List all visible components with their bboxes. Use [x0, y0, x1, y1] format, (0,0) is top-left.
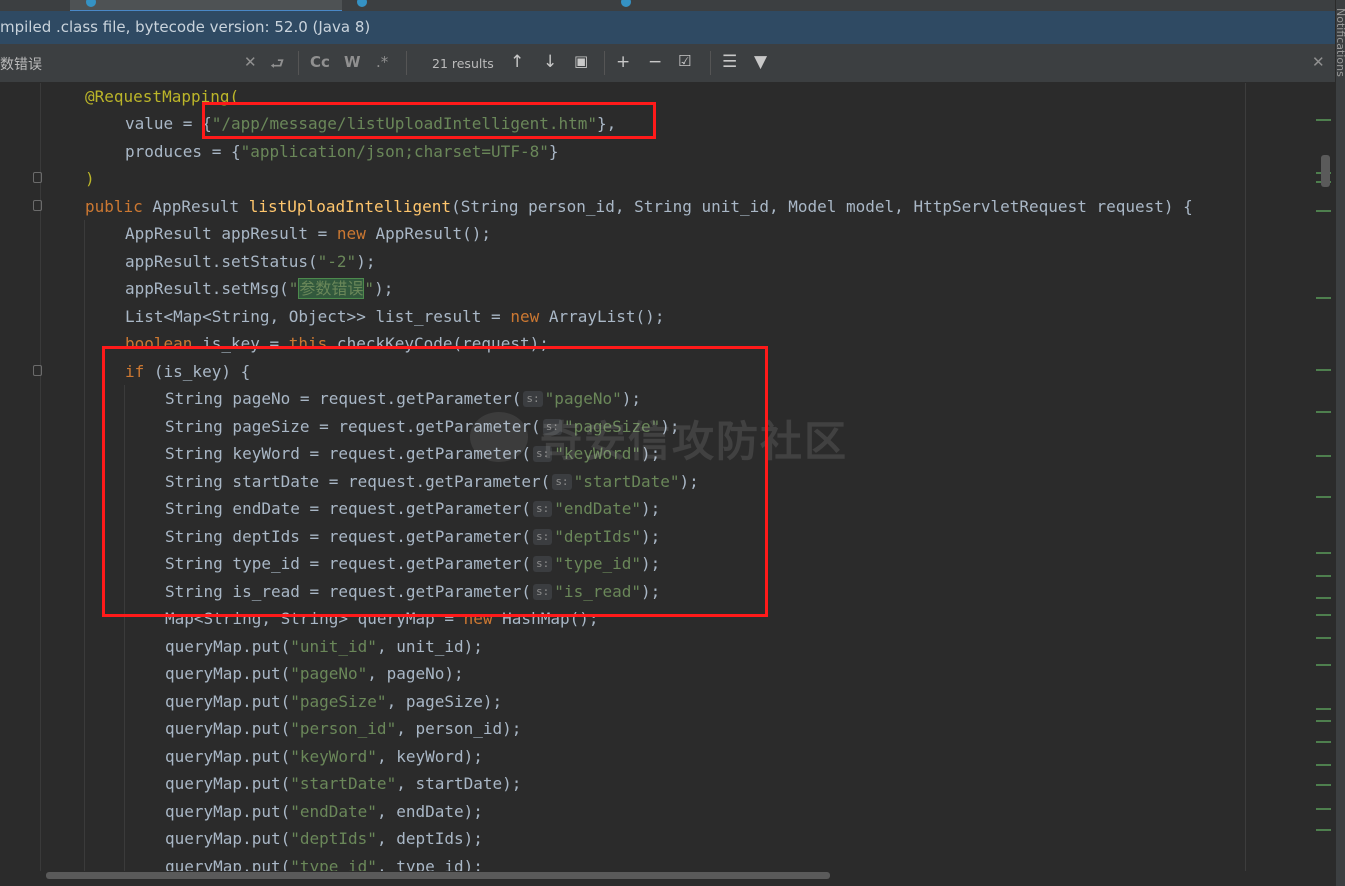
error-stripe-mark	[1316, 720, 1331, 722]
code-line: AppResult appResult = new AppResult();	[125, 224, 492, 243]
error-stripe-mark	[1316, 664, 1331, 666]
error-stripe-mark	[1316, 829, 1331, 831]
code-line: )	[85, 169, 95, 188]
next-occurrence-icon[interactable]: ↓	[543, 52, 557, 72]
error-stripe-mark	[1316, 297, 1331, 299]
notifications-tab[interactable]: Notifications	[1334, 8, 1345, 77]
annotation-box-params	[102, 346, 768, 617]
error-stripe-mark	[1316, 597, 1331, 599]
error-stripe-mark	[1316, 614, 1331, 616]
fold-marker-icon[interactable]	[33, 172, 42, 183]
remove-occurrence-icon[interactable]: −	[648, 52, 662, 72]
class-file-icon	[86, 0, 96, 7]
class-file-icon	[621, 0, 631, 7]
code-line: produces = {"application/json;charset=UT…	[125, 142, 559, 161]
code-line: queryMap.put("deptIds", deptIds);	[165, 829, 483, 848]
separator	[406, 51, 407, 75]
code-line: queryMap.put("pageSize", pageSize);	[165, 692, 503, 711]
code-line: List<Map<String, Object>> list_result = …	[125, 307, 665, 326]
fold-marker-icon[interactable]	[33, 365, 42, 376]
error-stripe-mark	[1316, 808, 1331, 810]
results-count: 21 results	[432, 56, 494, 71]
editor-gutter	[0, 83, 42, 873]
error-stripe-mark	[1316, 369, 1331, 371]
class-file-icon	[357, 0, 367, 7]
close-find-bar-icon[interactable]: ✕	[1312, 53, 1325, 71]
code-line: appResult.setMsg("参数错误");	[125, 278, 394, 299]
annotation-box-url	[202, 102, 656, 139]
decompiled-class-banner: mpiled .class file, bytecode version: 52…	[0, 11, 1335, 44]
banner-text: mpiled .class file, bytecode version: 52…	[0, 18, 371, 36]
error-stripe-mark	[1316, 741, 1331, 743]
error-stripe-mark	[1316, 708, 1331, 710]
whole-words-toggle[interactable]: W	[344, 53, 361, 71]
filter-icon[interactable]: ▼	[754, 52, 767, 72]
search-input[interactable]: 数错误	[0, 54, 42, 74]
error-stripe-mark	[1316, 210, 1331, 212]
right-tool-strip: Notifications	[1334, 0, 1345, 886]
clear-search-icon[interactable]: ✕	[244, 53, 257, 71]
open-in-window-icon[interactable]: ▣	[574, 52, 588, 70]
error-stripe-mark	[1316, 637, 1331, 639]
add-occurrence-icon[interactable]: +	[616, 52, 630, 72]
error-stripe-mark	[1316, 411, 1331, 413]
select-all-occurrences-icon[interactable]: ☑	[678, 52, 691, 70]
right-margin-guide	[1245, 83, 1246, 873]
error-stripe-mark	[1316, 552, 1331, 554]
regex-toggle[interactable]: .*	[376, 53, 388, 71]
code-line: queryMap.put("unit_id", unit_id);	[165, 637, 483, 656]
new-line-icon[interactable]: ⮐	[270, 53, 284, 80]
error-stripe-mark	[1316, 455, 1331, 457]
previous-occurrence-icon[interactable]: ↑	[510, 52, 524, 72]
error-stripe-mark	[1316, 575, 1331, 577]
error-stripe-mark	[1316, 496, 1331, 498]
search-match-highlight: 参数错误	[298, 278, 365, 299]
separator	[298, 51, 299, 75]
horizontal-scrollbar-thumb[interactable]	[46, 872, 830, 879]
find-bar: 数错误 ✕ ⮐ Cc W .* 21 results ↑ ↓ ▣ + − ☑ ☰…	[0, 44, 1335, 83]
filter-search-results-icon[interactable]: ☰	[722, 52, 737, 72]
error-stripe-mark	[1316, 119, 1331, 121]
error-stripe-mark	[1316, 784, 1331, 786]
separator	[604, 51, 605, 75]
code-line: queryMap.put("pageNo", pageNo);	[165, 664, 464, 683]
code-line: queryMap.put("person_id", person_id);	[165, 719, 522, 738]
match-case-toggle[interactable]: Cc	[310, 53, 330, 71]
error-stripe-mark	[1316, 764, 1331, 766]
separator	[710, 51, 711, 75]
code-line: queryMap.put("startDate", startDate);	[165, 774, 522, 793]
code-line: queryMap.put("keyWord", keyWord);	[165, 747, 483, 766]
code-line: public AppResult listUploadIntelligent(S…	[85, 197, 1193, 216]
editor-tab[interactable]	[345, 0, 590, 10]
fold-marker-icon[interactable]	[33, 200, 42, 211]
code-line: appResult.setStatus("-2");	[125, 252, 376, 271]
vertical-scrollbar-thumb[interactable]	[1321, 155, 1330, 187]
editor-tab[interactable]	[593, 0, 833, 10]
code-line: queryMap.put("endDate", endDate);	[165, 802, 483, 821]
